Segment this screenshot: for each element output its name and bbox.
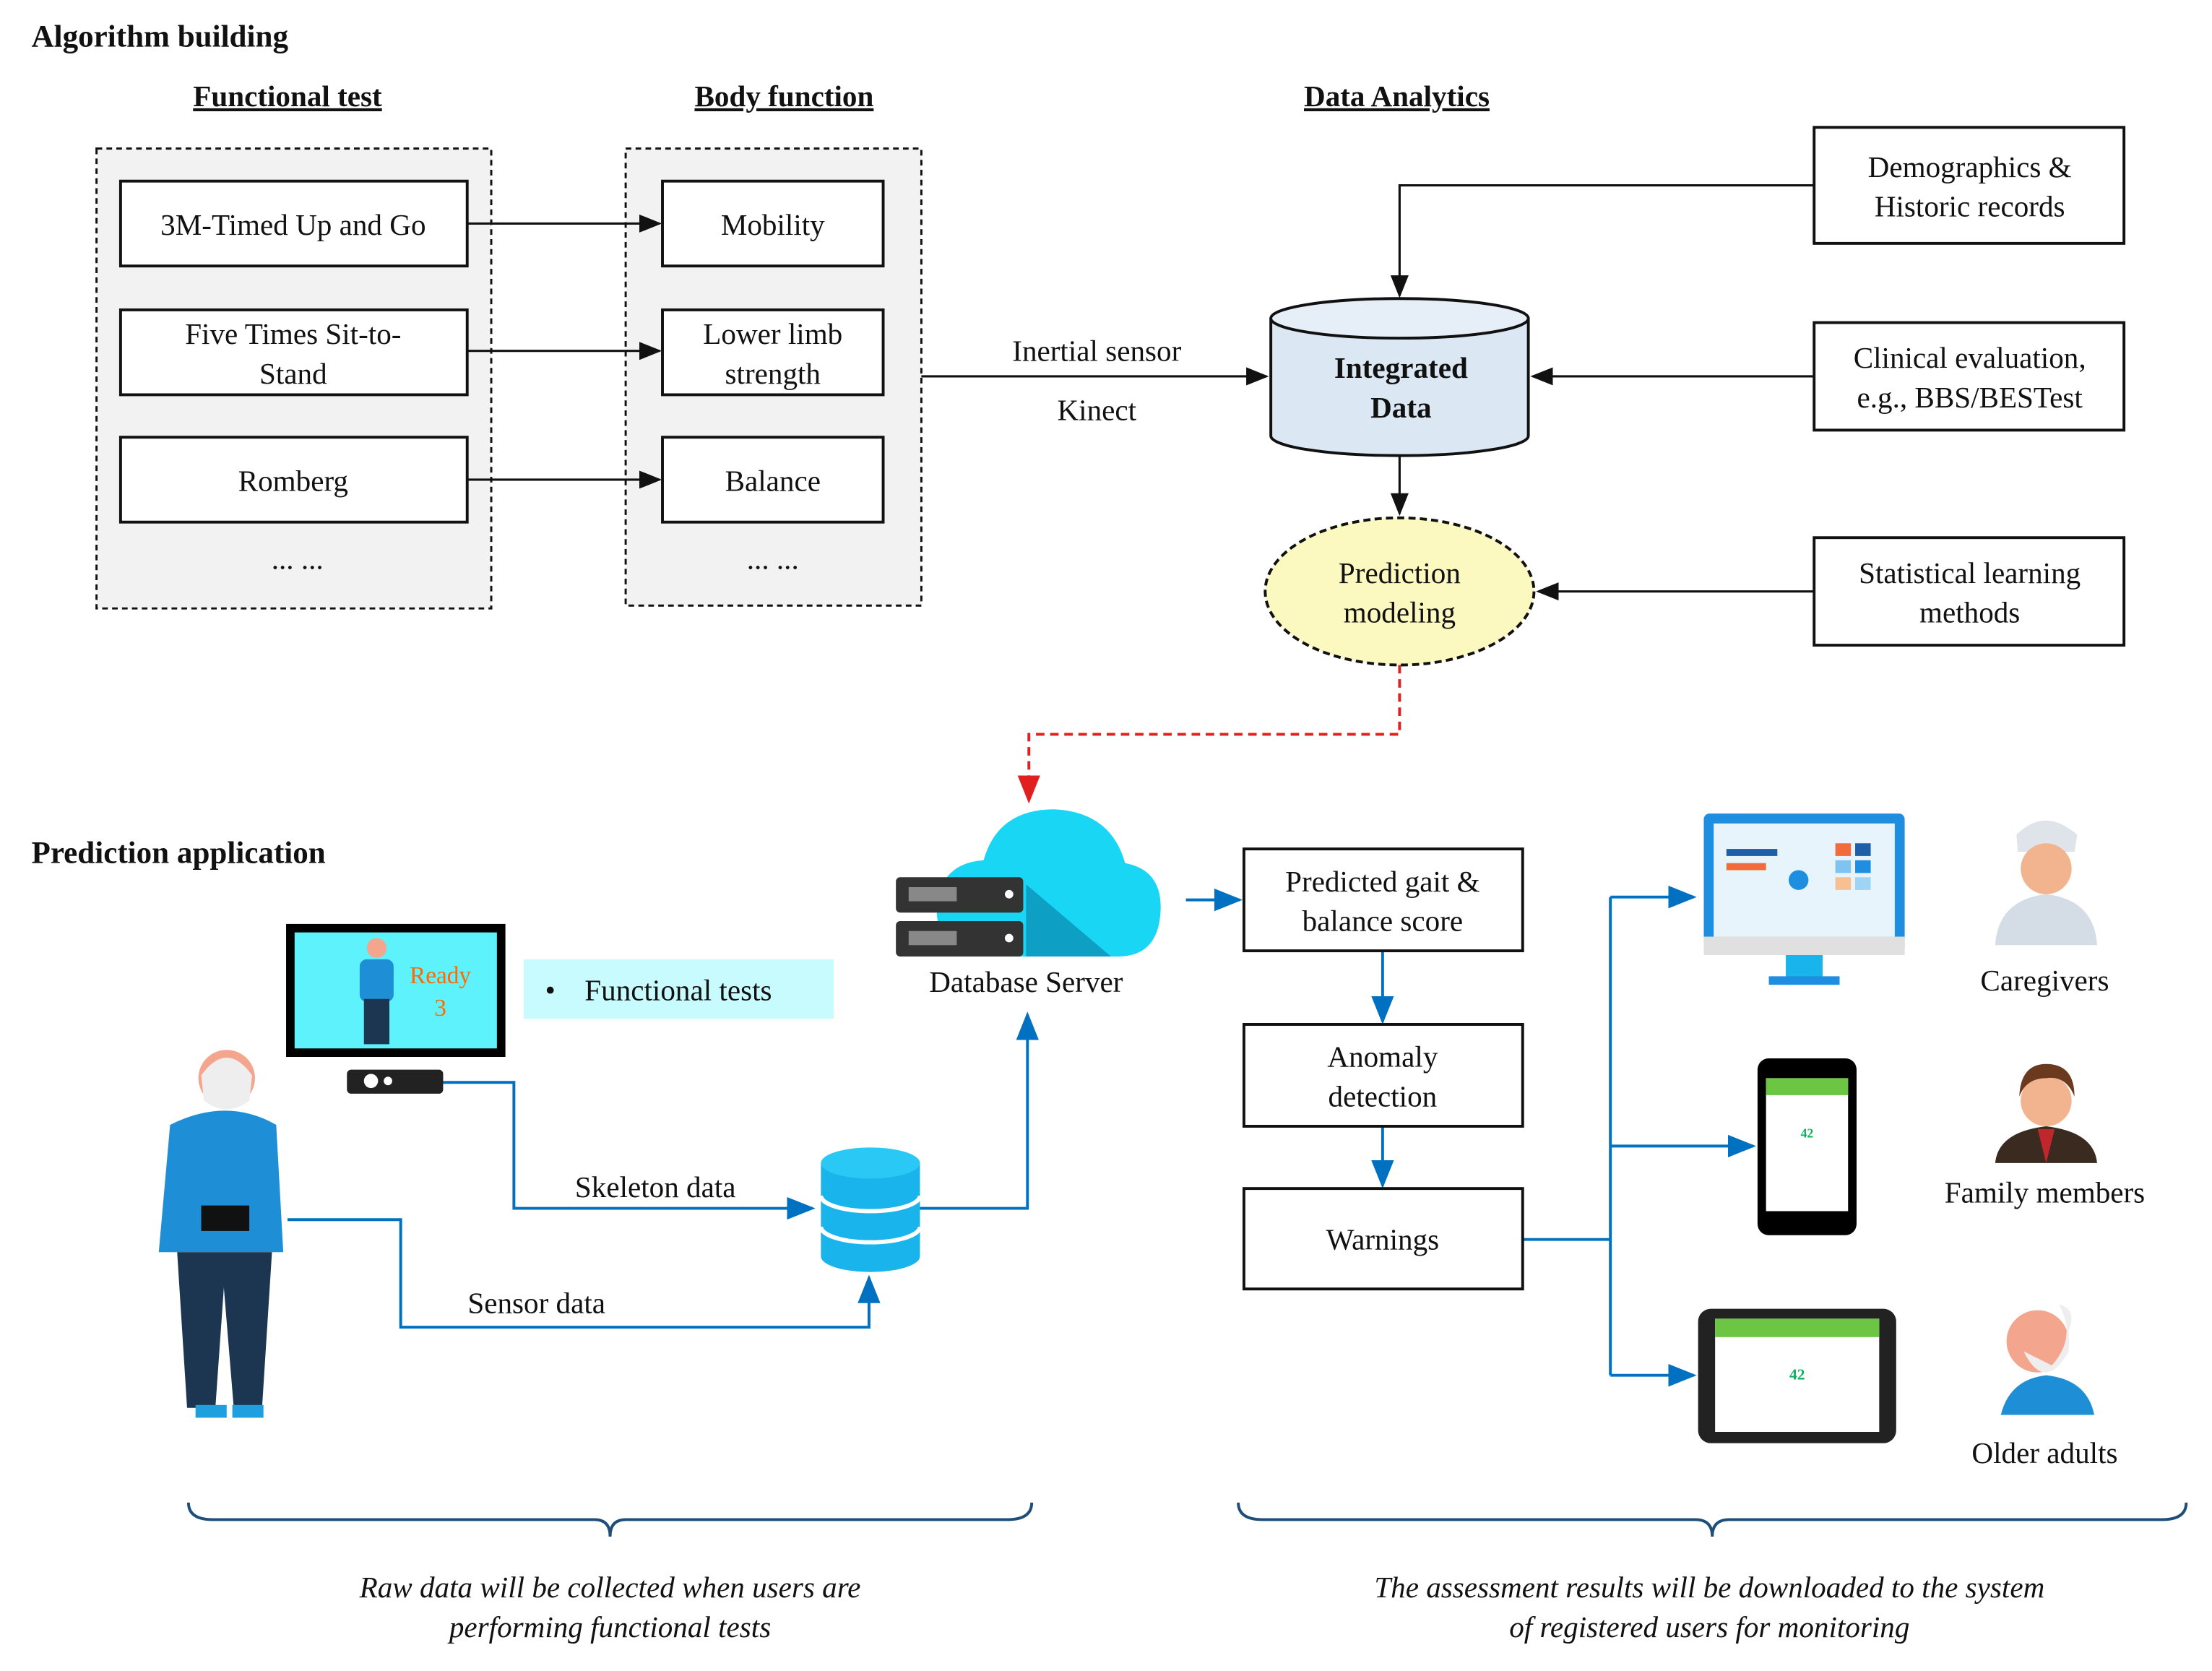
body-mobility: Mobility	[721, 208, 825, 241]
demographics-1: Demographics &	[1868, 150, 2072, 183]
header-body-function: Body function	[695, 79, 874, 113]
phone-score: 42	[1801, 1126, 1814, 1141]
input-boxes: Demographics & Historic records Clinical…	[1813, 126, 2126, 647]
prediction-label-1: Prediction	[1339, 556, 1461, 590]
body-lower-limb-2: strength	[725, 357, 821, 390]
caption-right-1: The assessment results will be downloade…	[1374, 1571, 2044, 1604]
test-tug: 3M-Timed Up and Go	[160, 208, 425, 241]
tablet-score: 42	[1789, 1366, 1805, 1383]
older-adult-avatar	[2000, 1304, 2095, 1415]
integrated-label-1: Integrated	[1334, 351, 1468, 384]
tv-count-text: 3	[434, 995, 446, 1022]
tablet-icon: 42	[1698, 1308, 1896, 1443]
section-title-application: Prediction application	[32, 837, 326, 871]
caption-left-2: performing functional tests	[447, 1610, 771, 1644]
label-inertial-sensor: Inertial sensor	[1012, 334, 1181, 367]
label-older-adults: Older adults	[1971, 1436, 2117, 1469]
label-sensor-data: Sensor data	[467, 1286, 605, 1319]
ellipsis: ... ...	[272, 542, 324, 575]
prediction-label-2: modeling	[1344, 596, 1456, 629]
integrated-label-2: Data	[1370, 391, 1432, 424]
integrated-data-cylinder: Integrated Data	[1269, 297, 1530, 457]
test-sit-to-stand-1: Five Times Sit-to-	[185, 317, 401, 350]
functional-test-boxes: 3M-Timed Up and Go Five Times Sit-to- St…	[118, 179, 469, 575]
right-brace	[1237, 1502, 2188, 1537]
label-skeleton-data: Skeleton data	[575, 1170, 736, 1204]
caption-left-1: Raw data will be collected when users ar…	[359, 1571, 861, 1604]
local-database-icon	[818, 1147, 923, 1272]
caregiver-avatar	[1995, 820, 2097, 946]
wearable-sensor-icon	[201, 1205, 250, 1231]
monitor-icon	[1703, 813, 1905, 985]
body-function-boxes: Mobility Lower limb strength Balance ...…	[661, 179, 885, 575]
header-data-analytics: Data Analytics	[1304, 79, 1490, 113]
warnings: Warnings	[1326, 1222, 1440, 1256]
functional-tests-tag-label: Functional tests	[584, 974, 772, 1007]
body-balance: Balance	[725, 465, 821, 498]
test-romberg: Romberg	[238, 465, 348, 498]
prediction-modeling-ellipse: Prediction modeling	[1263, 516, 1536, 667]
pipeline-boxes: Predicted gait & balance score Anomaly d…	[1242, 847, 1524, 1291]
database-server-icon	[896, 809, 1161, 957]
ellipsis: ... ...	[747, 542, 799, 575]
label-caregivers: Caregivers	[1980, 964, 2109, 997]
clinical-2: e.g., BBS/BESTest	[1857, 381, 2083, 414]
caption-right-2: of registered users for monitoring	[1509, 1610, 1909, 1644]
anomaly-2: detection	[1329, 1080, 1438, 1113]
clinical-1: Clinical evaluation,	[1854, 341, 2086, 374]
demographics-2: Historic records	[1875, 190, 2065, 223]
label-family-members: Family members	[1945, 1176, 2145, 1209]
label-kinect: Kinect	[1057, 394, 1136, 427]
predicted-score-1: Predicted gait &	[1285, 865, 1479, 898]
statistical-1: Statistical learning	[1859, 556, 2081, 590]
body-lower-limb-1: Lower limb	[703, 317, 842, 350]
family-member-avatar	[1995, 1063, 2097, 1163]
left-brace	[186, 1502, 1034, 1537]
database-server-label: Database Server	[929, 965, 1123, 998]
anomaly-1: Anomaly	[1327, 1040, 1438, 1074]
header-functional-test: Functional test	[193, 79, 382, 113]
statistical-2: methods	[1919, 596, 2020, 629]
section-title-algorithm: Algorithm building	[32, 20, 289, 54]
predicted-score-2: balance score	[1302, 904, 1464, 938]
phone-icon: 42	[1757, 1058, 1857, 1235]
test-sit-to-stand-2: Stand	[259, 357, 327, 390]
tv-icon: Ready 3	[286, 923, 506, 1094]
system-diagram: Algorithm building Functional test Body …	[32, 20, 2188, 1644]
analytics-arrows	[1017, 183, 1815, 804]
bullet: •	[545, 974, 555, 1007]
older-adult-figure	[158, 1050, 284, 1418]
tv-ready-text: Ready	[410, 962, 471, 989]
kinect-icon	[347, 1069, 444, 1094]
